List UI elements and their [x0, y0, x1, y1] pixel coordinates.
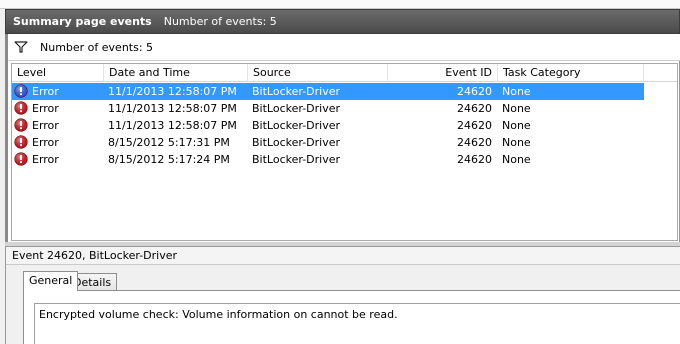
filter-event-count: Number of events: 5 — [40, 40, 154, 54]
cell-level: Error — [32, 119, 59, 132]
cell-date-time: 11/1/2013 12:58:07 PM — [108, 85, 237, 98]
events-pane: Number of events: 5 Level Date and Time … — [5, 34, 680, 242]
cell-task-category: None — [502, 85, 531, 98]
info-icon — [14, 84, 28, 98]
cell-event-id: 24620 — [457, 85, 492, 98]
tab-general[interactable]: General — [23, 271, 79, 291]
cell-source: BitLocker-Driver — [252, 119, 341, 132]
table-row[interactable]: Error 11/1/2013 12:58:07 PM BitLocker-Driv… — [12, 117, 644, 134]
cell-date-time: 8/15/2012 5:17:24 PM — [108, 153, 230, 166]
event-detail-pane: Event 24620, BitLocker-Driver General De… — [5, 246, 680, 344]
cell-task-category: None — [502, 102, 531, 115]
cell-date-time: 11/1/2013 12:58:07 PM — [108, 102, 237, 115]
cell-level: Error — [32, 136, 59, 149]
cell-level: Error — [32, 153, 59, 166]
error-icon — [14, 135, 28, 149]
table-row[interactable]: Error 8/15/2012 5:17:24 PM BitLocker-Drive… — [12, 151, 644, 168]
error-icon — [14, 152, 28, 166]
cell-date-time: 8/15/2012 5:17:31 PM — [108, 136, 230, 149]
cell-source: BitLocker-Driver — [252, 85, 341, 98]
column-header-level[interactable]: Level — [12, 64, 104, 82]
cell-source: BitLocker-Driver — [252, 153, 341, 166]
column-header-event-id[interactable]: Event ID — [388, 64, 498, 82]
cell-event-id: 24620 — [457, 153, 492, 166]
error-icon — [14, 101, 28, 115]
error-icon — [14, 118, 28, 132]
cell-date-time: 11/1/2013 12:58:07 PM — [108, 119, 237, 132]
cell-task-category: None — [502, 136, 531, 149]
filter-bar: Number of events: 5 — [8, 34, 680, 61]
event-viewer-window: Summary page events Number of events: 5 … — [0, 0, 680, 344]
summary-header: Summary page events Number of events: 5 — [5, 9, 680, 34]
cell-source: BitLocker-Driver — [252, 102, 341, 115]
cell-source: BitLocker-Driver — [252, 136, 341, 149]
table-header: Level Date and Time Source Event ID Task… — [12, 64, 677, 82]
cell-level: Error — [32, 102, 59, 115]
table-row[interactable]: Error 11/1/2013 12:58:07 PM BitLocker-Driv… — [12, 100, 644, 117]
cell-task-category: None — [502, 153, 531, 166]
column-header-task-category[interactable]: Task Category — [498, 64, 644, 82]
event-description: Encrypted volume check: Volume informati… — [34, 303, 680, 344]
cell-event-id: 24620 — [457, 119, 492, 132]
table-row[interactable]: Error 8/15/2012 5:17:31 PM BitLocker-Drive… — [12, 134, 644, 151]
table-row[interactable]: Error 11/1/2013 12:58:07 PM BitLocker-Driv… — [12, 83, 644, 100]
column-header-date-time[interactable]: Date and Time — [104, 64, 248, 82]
filter-icon[interactable] — [14, 41, 28, 53]
general-tab-content: Encrypted volume check: Volume informati… — [23, 290, 680, 344]
column-header-source[interactable]: Source — [248, 64, 388, 82]
cell-level: Error — [32, 85, 59, 98]
summary-title: Summary page events — [13, 15, 152, 28]
events-table: Level Date and Time Source Event ID Task… — [11, 63, 678, 241]
summary-event-count: Number of events: 5 — [163, 15, 277, 28]
event-detail-header: Event 24620, BitLocker-Driver — [6, 247, 680, 265]
cell-task-category: None — [502, 119, 531, 132]
cell-event-id: 24620 — [457, 136, 492, 149]
cell-event-id: 24620 — [457, 102, 492, 115]
window-top-strip — [0, 0, 680, 9]
